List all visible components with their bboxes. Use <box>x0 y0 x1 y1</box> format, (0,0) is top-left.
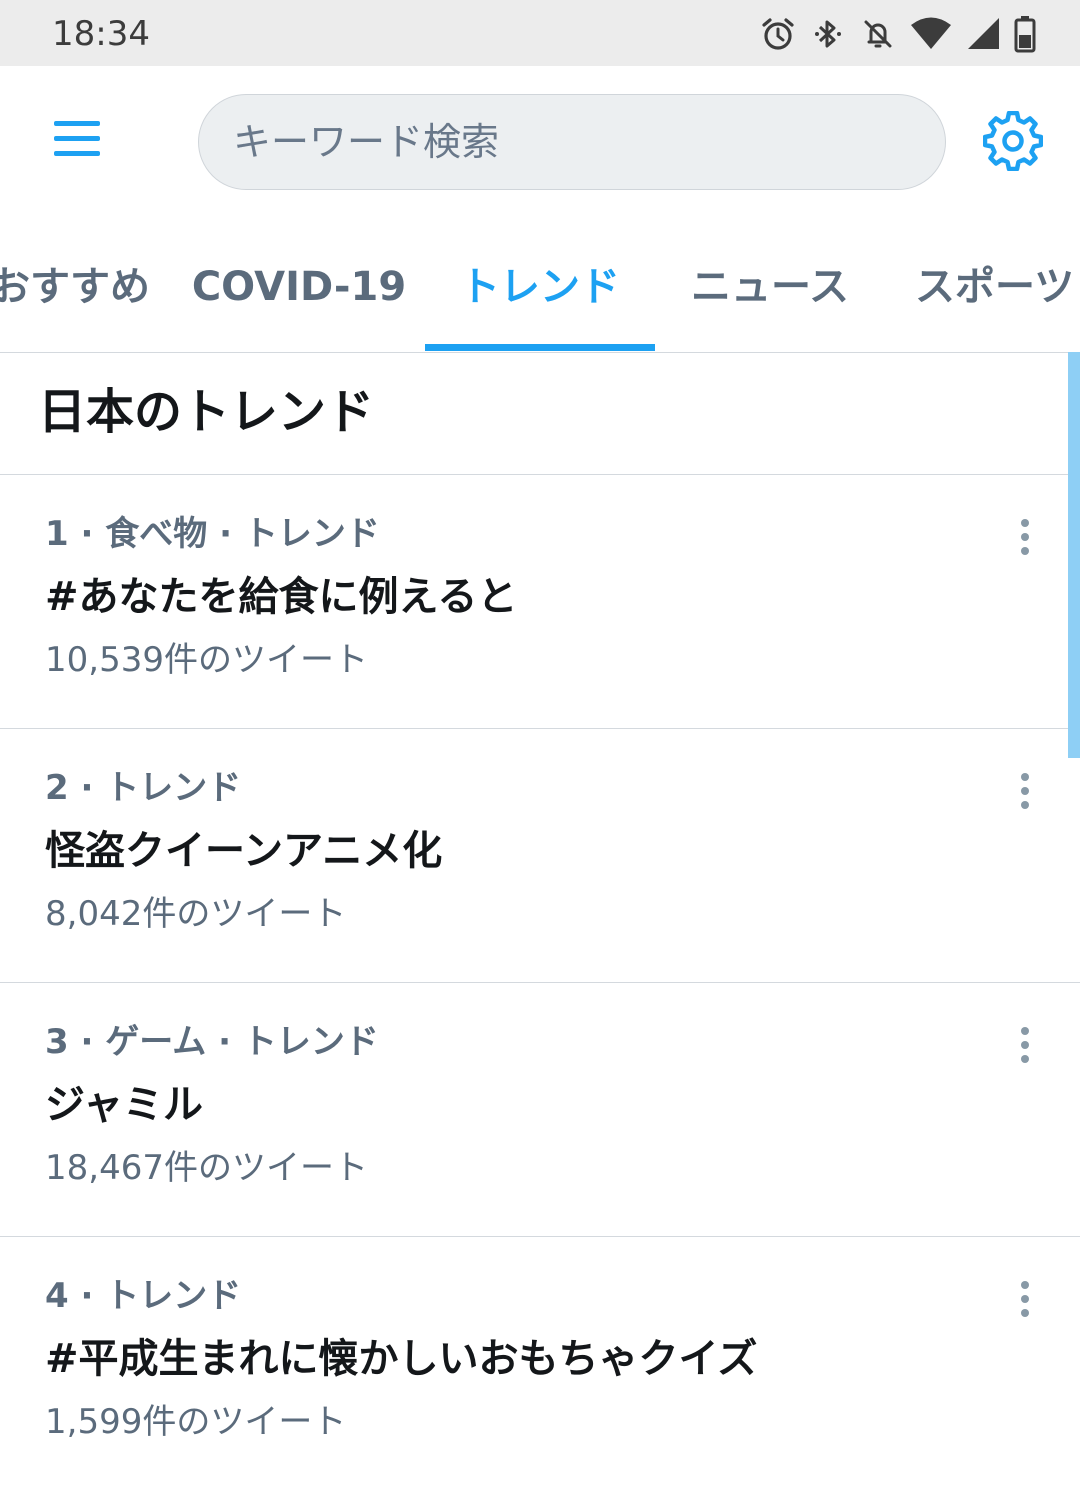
more-vertical-icon <box>1019 772 1031 814</box>
settings-gear-icon <box>982 110 1044 175</box>
top-app-bar <box>0 66 1080 222</box>
tab-covid-19[interactable]: COVID-19 <box>178 222 420 352</box>
scrollbar[interactable] <box>1068 352 1080 758</box>
active-tab-indicator <box>425 344 655 351</box>
more-options-button[interactable] <box>1002 1273 1048 1329</box>
trend-item[interactable]: 4 · トレンド #平成生まれに懐かしいおもちゃクイズ 1,599件のツイート <box>0 1237 1080 1490</box>
tab-news[interactable]: ニュース <box>660 222 880 352</box>
status-time: 18:34 <box>52 14 150 54</box>
trend-meta: 1 · 食べ物 · トレンド <box>45 514 380 554</box>
tab-bar: おすすめ COVID-19 トレンド ニュース スポーツ <box>0 222 1080 353</box>
more-vertical-icon <box>1019 518 1031 560</box>
cellular-icon <box>966 16 1000 52</box>
status-icons <box>760 14 1036 54</box>
trend-name: ジャミル <box>45 1082 203 1128</box>
battery-icon <box>1014 15 1036 53</box>
bluetooth-icon <box>810 16 846 52</box>
settings-button[interactable] <box>978 108 1048 178</box>
more-vertical-icon <box>1019 1280 1031 1322</box>
trend-meta: 4 · トレンド <box>45 1276 242 1316</box>
notifications-off-icon <box>860 16 896 52</box>
more-vertical-icon <box>1019 1026 1031 1068</box>
trend-meta: 2 · トレンド <box>45 768 242 808</box>
more-options-button[interactable] <box>1002 765 1048 821</box>
alarm-icon <box>760 16 796 52</box>
trend-name: #平成生まれに懐かしいおもちゃクイズ <box>45 1336 758 1382</box>
tweet-count: 10,539件のツイート <box>45 640 368 680</box>
tweet-count: 8,042件のツイート <box>45 894 347 934</box>
tab-trends[interactable]: トレンド <box>425 222 655 352</box>
trend-item[interactable]: 1 · 食べ物 · トレンド #あなたを給食に例えると 10,539件のツイート <box>0 475 1080 728</box>
trend-name: 怪盗クイーンアニメ化 <box>45 828 443 874</box>
trend-meta: 3 · ゲーム · トレンド <box>45 1022 379 1062</box>
menu-icon <box>54 119 100 163</box>
tweet-count: 18,467件のツイート <box>45 1148 368 1188</box>
search-box[interactable] <box>198 94 946 190</box>
menu-button[interactable] <box>38 102 116 180</box>
more-options-button[interactable] <box>1002 1019 1048 1075</box>
search-input[interactable] <box>233 95 913 189</box>
wifi-icon <box>910 16 952 52</box>
tab-recommended[interactable]: おすすめ <box>0 222 160 352</box>
status-bar: 18:34 <box>0 0 1080 66</box>
more-options-button[interactable] <box>1002 511 1048 567</box>
trend-item[interactable]: 2 · トレンド 怪盗クイーンアニメ化 8,042件のツイート <box>0 729 1080 982</box>
trend-item[interactable]: 3 · ゲーム · トレンド ジャミル 18,467件のツイート <box>0 983 1080 1236</box>
tweet-count: 1,599件のツイート <box>45 1402 347 1442</box>
trend-name: #あなたを給食に例えると <box>45 574 518 620</box>
tab-sports[interactable]: スポーツ <box>915 222 1080 352</box>
section-title: 日本のトレンド <box>38 384 375 440</box>
